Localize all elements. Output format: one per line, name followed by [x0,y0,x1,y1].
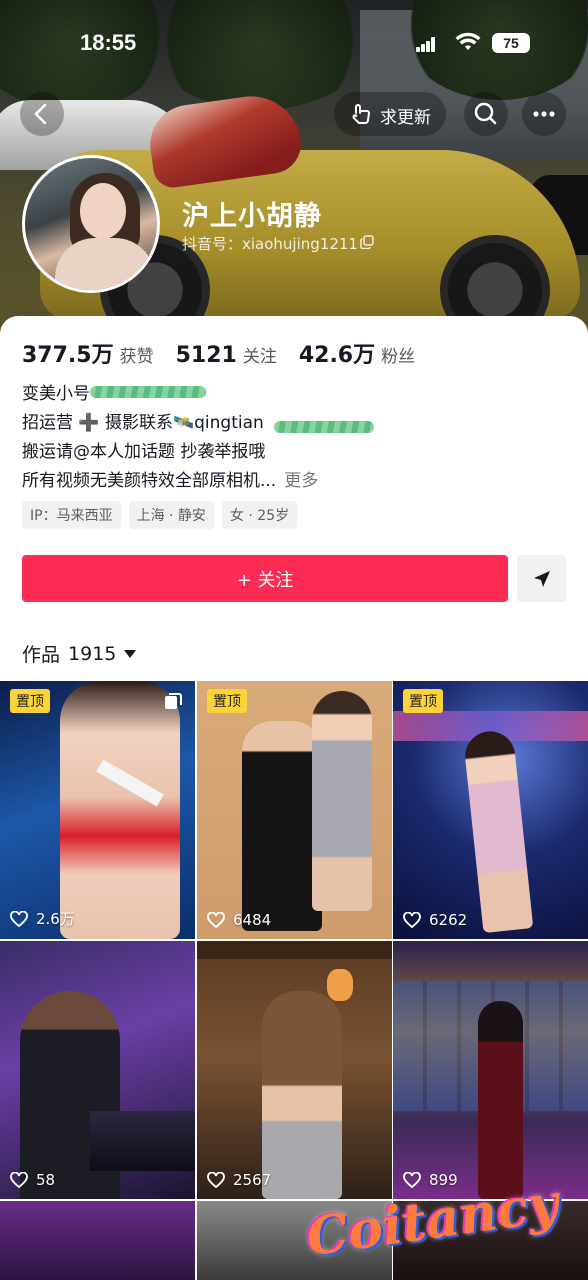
video-tile[interactable]: 置顶 6484 [197,681,392,939]
chevron-left-icon [34,103,47,125]
video-tile[interactable]: 58 [0,941,195,1199]
bio-line-3: 搬运请@本人加话题 抄袭举报哦 [22,442,266,462]
redaction-scribble [90,386,206,398]
search-button[interactable] [464,92,508,136]
battery-indicator: 75 [492,33,530,53]
following-count[interactable]: 5121 [176,343,237,368]
profile-tags: IP：马来西亚 上海 · 静安 女 · 25岁 [22,501,298,529]
video-likes: 6484 [207,911,271,929]
video-like-count: 6262 [429,911,468,929]
pinned-badge: 置顶 [403,689,443,713]
followers-count[interactable]: 42.6万 [299,337,375,369]
profile-screen: 18:55 75 求更新 沪上小胡静 抖音号：xiaohujing1211 37… [0,0,588,1280]
video-likes: 2.6万 [10,908,75,929]
following-label[interactable]: 关注 [243,342,277,367]
cellular-signal-icon [416,37,436,52]
heart-icon [207,912,225,928]
profile-stats: 377.5万 获赞 5121 关注 42.6万 粉丝 [22,337,437,369]
bio-line-4: 所有视频无美颜特效全部原相机... [22,471,277,491]
video-like-count: 58 [36,1171,56,1189]
video-like-count: 2.6万 [36,910,75,928]
caret-down-icon [124,649,137,658]
request-update-label: 求更新 [380,108,431,128]
pinned-badge: 置顶 [10,689,50,713]
works-count: 1915 [68,642,117,665]
bio-line-1: 变美小号 [22,384,90,404]
display-name: 沪上小胡静 [182,201,322,232]
likes-count: 377.5万 [22,343,114,368]
video-tile[interactable]: 置顶 2.6万 [0,681,195,939]
more-button[interactable] [522,92,566,136]
more-dots-icon [533,111,555,117]
status-time: 18:55 [80,30,137,55]
video-like-count: 6484 [233,911,272,929]
wifi-icon [455,32,481,50]
bio-line: 招运营 ➕ 摄影联系🛰️qingtian [22,409,374,438]
bio-line: 变美小号 [22,380,318,409]
works-tab[interactable]: 作品 1915 [22,640,137,667]
video-tile[interactable]: 2567 [197,941,392,1199]
video-likes: 2567 [207,1171,271,1189]
request-update-button[interactable]: 求更新 [334,92,446,136]
followers-label[interactable]: 粉丝 [381,342,415,367]
bio-more-link[interactable]: 更多 [284,471,318,491]
bio-line: 搬运请@本人加话题 抄袭举报哦 [22,438,318,467]
douyin-id: 抖音号：xiaohujing1211 [182,235,358,253]
hand-pointer-icon [352,104,370,124]
avatar[interactable] [22,155,160,293]
heart-icon [207,1172,225,1188]
search-icon [474,102,497,125]
pinned-badge: 置顶 [207,689,247,713]
bio-line-2: 招运营 ➕ 摄影联系🛰️qingtian [22,413,264,433]
heart-icon [403,912,421,928]
video-likes: 6262 [403,911,467,929]
city-tag[interactable]: 上海 · 静安 [128,501,214,529]
redaction-scribble [274,421,374,433]
back-button[interactable] [20,92,64,136]
multi-image-icon [165,693,182,709]
video-tile[interactable]: 置顶 6262 [393,681,588,939]
ip-location-tag: IP：马来西亚 [22,501,121,529]
video-like-count: 2567 [233,1171,272,1189]
copy-icon[interactable] [360,235,374,249]
likes-label: 获赞 [119,347,154,367]
heart-icon [403,1172,421,1188]
bio: 变美小号 招运营 ➕ 摄影联系🛰️qingtian 搬运请@本人加话题 抄袭举报… [22,380,374,496]
heart-icon [10,1172,28,1188]
send-icon [533,570,550,587]
video-tile[interactable] [0,1201,195,1280]
gender-age-tag: 女 · 25岁 [221,501,298,529]
works-label: 作品 [22,644,61,666]
video-likes: 58 [10,1171,55,1189]
heart-icon [10,910,28,927]
video-tile[interactable]: 899 [393,941,588,1199]
status-bar: 18:55 75 [0,22,588,66]
share-button[interactable] [517,555,566,602]
follow-button[interactable]: + 关注 [22,555,508,602]
bio-line: 所有视频无美颜特效全部原相机... 更多 [22,467,318,496]
